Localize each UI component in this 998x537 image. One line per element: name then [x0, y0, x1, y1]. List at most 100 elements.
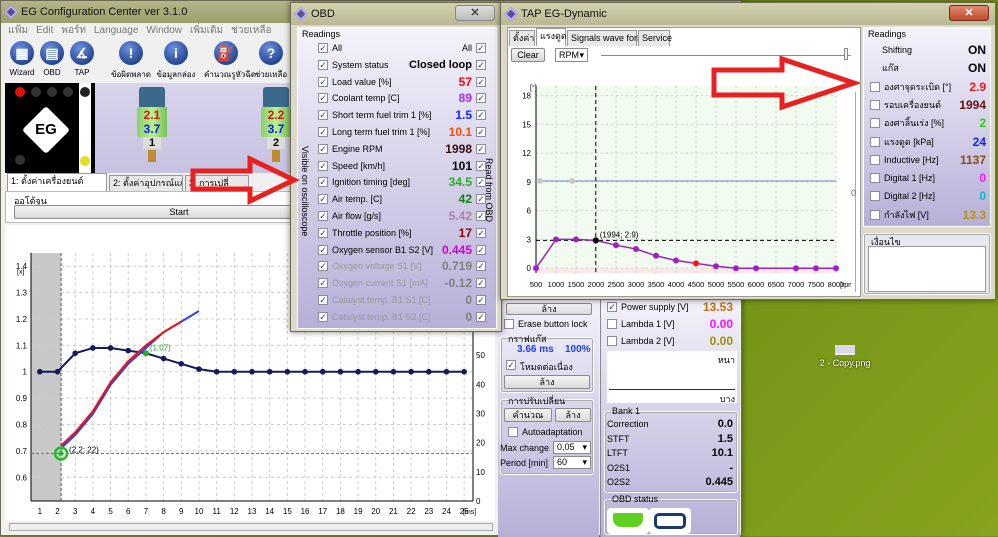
refresh-loop-icon[interactable] [649, 508, 691, 534]
menu-item[interactable]: Window [146, 25, 182, 36]
read-from-obd-checkbox[interactable]: ✓ [476, 244, 486, 255]
readings-caption: Readings [868, 29, 907, 39]
oscilloscope-checkbox[interactable]: ✓ [318, 43, 328, 53]
menu-item[interactable]: เพิ่มเติม [190, 25, 223, 36]
oscilloscope-checkbox[interactable]: ✓ [318, 177, 328, 188]
toolbar-button-ข้อมูลกล่อง[interactable]: i ข้อมูลกล่อง [154, 41, 198, 81]
oscilloscope-checkbox[interactable]: ✓ [318, 244, 328, 255]
oscilloscope-checkbox[interactable]: ✓ [318, 160, 328, 171]
reading-checkbox[interactable] [870, 136, 880, 147]
read-from-obd-checkbox[interactable]: ✓ [476, 295, 486, 305]
oscilloscope-checkbox[interactable]: ✓ [318, 311, 328, 322]
x-tick-label: 3 [73, 507, 78, 516]
reading-value: 101 [451, 158, 472, 173]
obd-reading-row: ✓ Oxygen current S1 [mA] -0.12 ✓ [298, 275, 498, 291]
supply-checkbox[interactable] [607, 336, 617, 346]
oscilloscope-checkbox[interactable]: ✓ [318, 261, 328, 272]
reading-checkbox[interactable] [870, 191, 880, 202]
reading-label: Catalyst temp. B1 S1 [C] [332, 295, 431, 305]
read-from-obd-checkbox[interactable]: ✓ [476, 59, 486, 70]
read-from-obd-checkbox[interactable]: ✓ [476, 76, 486, 87]
adaptation-caption: การปรับเปลี่ยน [508, 396, 566, 406]
read-from-obd-checkbox[interactable]: ✓ [476, 227, 486, 238]
clear-button-top[interactable]: ล้าง [506, 303, 592, 315]
reading-checkbox[interactable] [870, 99, 880, 110]
erase-lock-checkbox[interactable] [504, 319, 514, 329]
injector-1[interactable]: 2.1 3.7 1 [137, 87, 171, 167]
oscilloscope-checkbox[interactable]: ✓ [318, 227, 328, 238]
oscilloscope-checkbox[interactable]: ✓ [318, 76, 328, 87]
oscilloscope-checkbox[interactable]: ✓ [318, 211, 328, 221]
toolbar-button-obd[interactable]: ▤ OBD [37, 41, 67, 81]
menu-item[interactable]: ช่วยเหลือ [231, 25, 271, 36]
toolbar-button-tap[interactable]: ∡ TAP [67, 41, 97, 81]
menu-item[interactable]: Language [94, 25, 139, 36]
read-from-obd-checkbox[interactable]: ✓ [476, 110, 486, 121]
reading-checkbox[interactable] [870, 118, 880, 129]
y-right-tick-label: 10 [476, 468, 485, 477]
read-from-obd-checkbox[interactable]: ✓ [476, 194, 486, 205]
tap-tab-4[interactable]: Service [638, 30, 672, 46]
tap-close-button[interactable]: ✕ [949, 5, 989, 21]
menu-item[interactable]: พอร์ท [61, 25, 86, 36]
calculate-button[interactable]: คำนวณ [504, 408, 552, 422]
injector-icon: ⛽ [214, 41, 238, 65]
max-change-select[interactable]: 0,05 [553, 441, 591, 454]
read-from-obd-checkbox[interactable]: ✓ [476, 311, 486, 322]
continuous-mode-checkbox[interactable]: ✓ [506, 360, 516, 370]
horizontal-scrollbar[interactable] [9, 523, 493, 531]
oscilloscope-checkbox[interactable]: ✓ [318, 143, 328, 154]
read-from-obd-checkbox[interactable]: ✓ [476, 278, 486, 289]
period-select[interactable]: 60 [553, 456, 591, 469]
oscilloscope-checkbox[interactable]: ✓ [318, 278, 328, 289]
obd-close-button[interactable]: ✕ [455, 5, 495, 21]
read-from-obd-checkbox[interactable]: ✓ [476, 127, 486, 137]
supply-checkbox[interactable] [607, 319, 617, 329]
injector-cap [139, 87, 165, 109]
oscilloscope-checkbox[interactable]: ✓ [318, 194, 328, 205]
oscilloscope-checkbox[interactable]: ✓ [318, 93, 328, 104]
toolbar-button-คำนวณรูหัวฉีด[interactable]: ⛽ คำนวณรูหัวฉีด [204, 41, 256, 81]
reading-checkbox[interactable] [870, 209, 880, 220]
toolbar-button-ข้อผิดพลาด[interactable]: ! ข้อผิดพลาด [109, 41, 153, 81]
read-from-obd-checkbox[interactable]: ✓ [476, 143, 486, 154]
clear-adapt-button[interactable]: ล้าง [555, 408, 591, 422]
toolbar-button-wizard[interactable]: ▦ Wizard [7, 41, 37, 81]
app-logo-icon [3, 4, 19, 20]
axis-select[interactable]: RPM [555, 48, 588, 62]
oscilloscope-checkbox[interactable]: ✓ [318, 110, 328, 121]
desktop-file-icon[interactable]: 2 - Copy.png [815, 345, 875, 368]
tap-tab-3[interactable]: Signals wave form [567, 30, 645, 46]
autoadaptation-checkbox[interactable] [508, 427, 518, 437]
read-from-obd-checkbox[interactable]: ✓ [476, 211, 486, 221]
reading-checkbox[interactable] [870, 154, 880, 165]
menu-item[interactable]: Edit [36, 25, 53, 36]
oscilloscope-checkbox[interactable]: ✓ [318, 127, 328, 137]
oscilloscope-checkbox[interactable]: ✓ [318, 59, 328, 70]
tap-titlebar[interactable]: TAP EG-Dynamic [501, 3, 995, 25]
toolbar-button-ช่วยเหลือ[interactable]: ? ช่วยเหลือ [249, 41, 293, 81]
read-from-obd-checkbox[interactable]: ✓ [476, 43, 486, 53]
oscilloscope-checkbox[interactable]: ✓ [318, 295, 328, 305]
reading-checkbox[interactable] [870, 173, 880, 184]
tap-tab-1[interactable]: ตั้งค่า [509, 30, 535, 46]
supply-checkbox[interactable]: ✓ [607, 302, 617, 312]
y-tick-label: 9 [527, 178, 532, 187]
main-tab-2[interactable]: 2: ตั้งค่าอุปกรณ์แก๊ส [109, 175, 183, 191]
read-from-obd-checkbox[interactable]: ✓ [476, 261, 486, 272]
reading-value: 2.9 [969, 79, 986, 94]
condition-box[interactable] [868, 246, 986, 292]
read-from-obd-checkbox[interactable]: ✓ [476, 160, 486, 171]
reading-value: 1137 [959, 152, 986, 167]
label: Clear [517, 50, 539, 60]
read-from-obd-checkbox[interactable]: ✓ [476, 177, 486, 188]
reading-checkbox[interactable] [870, 81, 880, 92]
read-from-obd-checkbox[interactable]: ✓ [476, 93, 486, 104]
clear-graph-button[interactable]: ล้าง [504, 375, 590, 389]
tap-tab-2[interactable]: แรงดูด [536, 28, 567, 46]
obd-reading-row: ✓ All ✓ All [298, 40, 498, 56]
menu-item[interactable]: แฟ้ม [8, 25, 28, 36]
main-tab-1[interactable]: 1: ตั้งค่าเครื่องยนต์ [7, 173, 107, 191]
data-point [633, 246, 639, 253]
clear-button[interactable]: Clear [511, 48, 545, 62]
